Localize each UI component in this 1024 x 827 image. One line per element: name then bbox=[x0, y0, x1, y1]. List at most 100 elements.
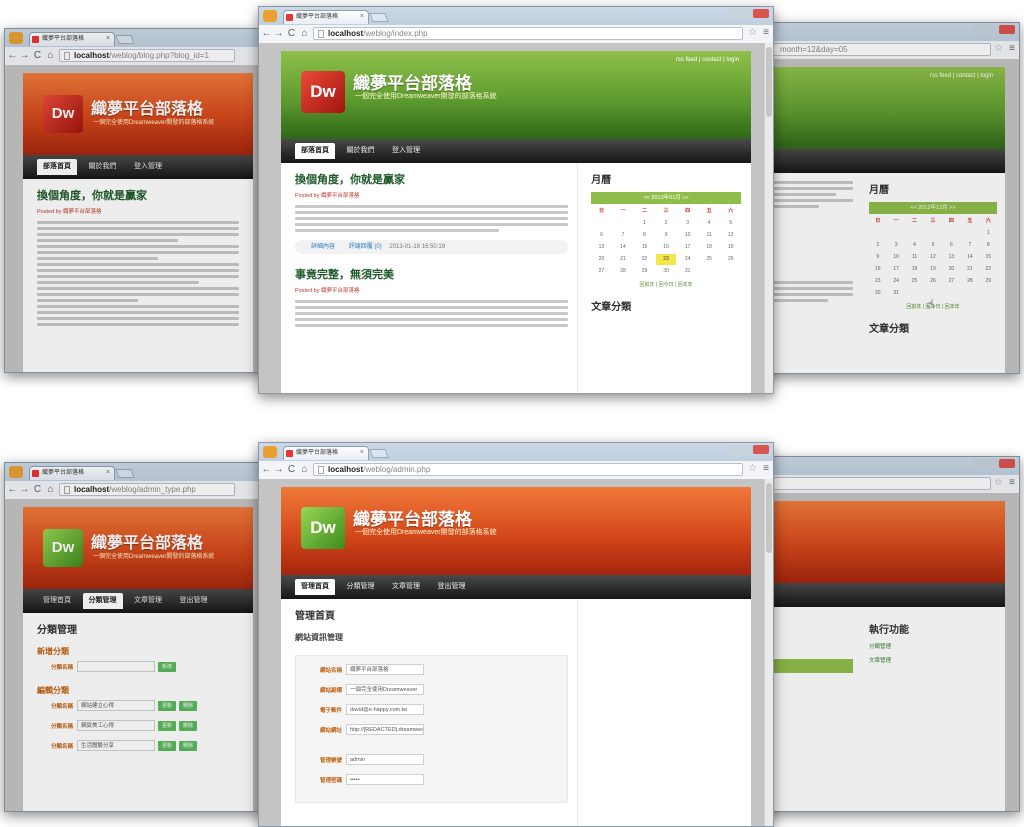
calendar-day[interactable]: 24 bbox=[677, 254, 698, 265]
calendar-day[interactable]: 26 bbox=[720, 254, 741, 265]
home-icon[interactable]: ⌂ bbox=[299, 27, 310, 40]
calendar-day[interactable]: 27 bbox=[943, 276, 960, 287]
menu-item-about[interactable]: 關於我們 bbox=[83, 159, 123, 175]
calendar-day[interactable]: 7 bbox=[961, 240, 978, 251]
calendar-day[interactable]: 23 bbox=[869, 276, 886, 287]
calendar-day[interactable]: 31 bbox=[677, 266, 698, 277]
menu-icon[interactable]: ≡ bbox=[1009, 477, 1015, 488]
post-title[interactable]: 事竟完整，無須完美 bbox=[295, 266, 568, 282]
new-tab-button[interactable] bbox=[369, 13, 389, 22]
calendar-day[interactable]: 12 bbox=[924, 252, 941, 263]
menu-item-admin-home[interactable]: 管理首頁 bbox=[295, 579, 335, 595]
calendar-day[interactable]: 9 bbox=[656, 230, 677, 241]
bookmark-star-icon[interactable]: ☆ bbox=[994, 477, 1003, 488]
menu-item-type-admin[interactable]: 分類管理 bbox=[82, 593, 123, 609]
calendar-day[interactable]: 28 bbox=[613, 266, 634, 277]
calendar-day[interactable]: 16 bbox=[869, 264, 886, 275]
calendar-day[interactable]: 15 bbox=[980, 252, 997, 263]
admin-password-input[interactable]: ••••• bbox=[346, 774, 424, 786]
close-tab-icon[interactable]: × bbox=[106, 467, 110, 479]
site-name-input[interactable]: 織夢平台部落格 bbox=[346, 664, 424, 676]
reload-icon[interactable]: C bbox=[32, 49, 43, 62]
calendar-day[interactable]: 11 bbox=[906, 252, 923, 263]
menu-item-logout[interactable]: 登出管理 bbox=[432, 579, 472, 595]
back-icon[interactable]: ← bbox=[7, 49, 18, 62]
menu-item-login[interactable]: 登入管理 bbox=[386, 143, 426, 159]
calendar-day[interactable]: 29 bbox=[634, 266, 655, 277]
calendar-day[interactable]: 16 bbox=[656, 242, 677, 253]
back-icon[interactable]: ← bbox=[7, 483, 18, 496]
site-url-input[interactable]: http://[REDACTED].dreamweaver.c bbox=[346, 724, 424, 736]
calendar-day[interactable]: 19 bbox=[720, 242, 741, 253]
action-link-post[interactable]: 文章管理 bbox=[869, 656, 997, 664]
calendar-day[interactable]: 4 bbox=[906, 240, 923, 251]
add-button[interactable]: 新增 bbox=[158, 661, 177, 672]
calendar-day[interactable]: 1 bbox=[980, 228, 997, 239]
back-icon[interactable]: ← bbox=[261, 463, 272, 476]
calendar-day[interactable]: 31 bbox=[887, 288, 904, 299]
forward-icon[interactable]: → bbox=[273, 27, 284, 40]
reload-icon[interactable]: C bbox=[32, 483, 43, 496]
menu-item-type-admin[interactable]: 分類管理 bbox=[341, 579, 381, 595]
back-icon[interactable]: ← bbox=[261, 27, 272, 40]
calendar-day[interactable]: 23 bbox=[655, 254, 677, 265]
top-links[interactable]: rss feed | contact | login bbox=[930, 73, 993, 79]
address-bar[interactable]: localhost/weblog/index.php bbox=[313, 27, 743, 40]
home-icon[interactable]: ⌂ bbox=[299, 463, 310, 476]
reload-icon[interactable]: C bbox=[286, 463, 297, 476]
calendar-day[interactable]: 29 bbox=[980, 276, 997, 287]
calendar-day[interactable]: 10 bbox=[677, 230, 698, 241]
calendar-day[interactable]: 3 bbox=[677, 218, 698, 229]
calendar-day[interactable]: 20 bbox=[591, 254, 612, 265]
calendar-day[interactable]: 18 bbox=[699, 242, 720, 253]
calendar-day[interactable]: 30 bbox=[869, 288, 886, 299]
calendar-day[interactable]: 13 bbox=[943, 252, 960, 263]
calendar-day[interactable]: 9 bbox=[869, 252, 886, 263]
address-bar[interactable]: localhost/weblog/blog.php?blog_id=1 bbox=[59, 49, 235, 62]
close-tab-icon[interactable]: × bbox=[360, 447, 364, 459]
calendar-caption[interactable]: << 2013年01月 >> bbox=[591, 192, 741, 204]
calendar-day[interactable]: 8 bbox=[634, 230, 655, 241]
calendar-day[interactable]: 22 bbox=[634, 254, 655, 265]
action-link-type[interactable]: 分類管理 bbox=[869, 642, 997, 650]
email-input[interactable]: david@e-happy.com.tw bbox=[346, 704, 424, 716]
calendar-day[interactable]: 2 bbox=[869, 240, 886, 251]
calendar-day[interactable]: 3 bbox=[887, 240, 904, 251]
browser-tab[interactable]: 織夢平台部落格 × bbox=[29, 32, 115, 46]
browser-tab[interactable]: 織夢平台部落格 × bbox=[283, 10, 369, 24]
calendar-day[interactable]: 11 bbox=[699, 230, 720, 241]
top-links[interactable]: rss feed | contact | login bbox=[676, 57, 739, 63]
menu-item-login[interactable]: 登入管理 bbox=[128, 159, 168, 175]
calendar-day[interactable]: 13 bbox=[591, 242, 612, 253]
new-tab-button[interactable] bbox=[115, 35, 135, 44]
update-button[interactable]: 更新 bbox=[158, 700, 177, 711]
read-more-link[interactable]: 詳細內容 bbox=[311, 244, 335, 250]
close-tab-icon[interactable]: × bbox=[106, 33, 110, 45]
calendar-day[interactable]: 4 bbox=[699, 218, 720, 229]
home-icon[interactable]: ⌂ bbox=[45, 483, 56, 496]
scrollbar[interactable] bbox=[764, 43, 773, 393]
calendar-day[interactable]: 24 bbox=[887, 276, 904, 287]
calendar-day[interactable]: 25 bbox=[699, 254, 720, 265]
menu-icon[interactable]: ≡ bbox=[763, 463, 769, 474]
window-controls[interactable] bbox=[727, 9, 769, 18]
scrollbar-thumb[interactable] bbox=[766, 483, 772, 553]
calendar-day[interactable]: 10 bbox=[887, 252, 904, 263]
scrollbar-thumb[interactable] bbox=[766, 47, 772, 117]
address-bar[interactable] bbox=[765, 477, 991, 490]
forward-icon[interactable]: → bbox=[19, 483, 30, 496]
address-bar[interactable]: month=12&day=05 bbox=[765, 43, 991, 56]
calendar-day[interactable]: 17 bbox=[677, 242, 698, 253]
forward-icon[interactable]: → bbox=[19, 49, 30, 62]
window-controls[interactable] bbox=[727, 445, 769, 454]
menu-item-home[interactable]: 部落首頁 bbox=[37, 159, 77, 175]
calendar-day[interactable]: 27 bbox=[591, 266, 612, 277]
calendar-caption[interactable]: << 2012年12月 >> bbox=[869, 202, 997, 214]
comments-link[interactable]: 評論回覆 (0) bbox=[349, 244, 382, 250]
delete-button[interactable]: 刪除 bbox=[179, 740, 198, 751]
scrollbar[interactable] bbox=[764, 479, 773, 826]
type-name-input[interactable]: 網站建立心得 bbox=[77, 700, 155, 712]
calendar-day[interactable]: 6 bbox=[591, 230, 612, 241]
address-bar[interactable]: localhost/weblog/admin.php bbox=[313, 463, 743, 476]
calendar-day[interactable]: 8 bbox=[980, 240, 997, 251]
